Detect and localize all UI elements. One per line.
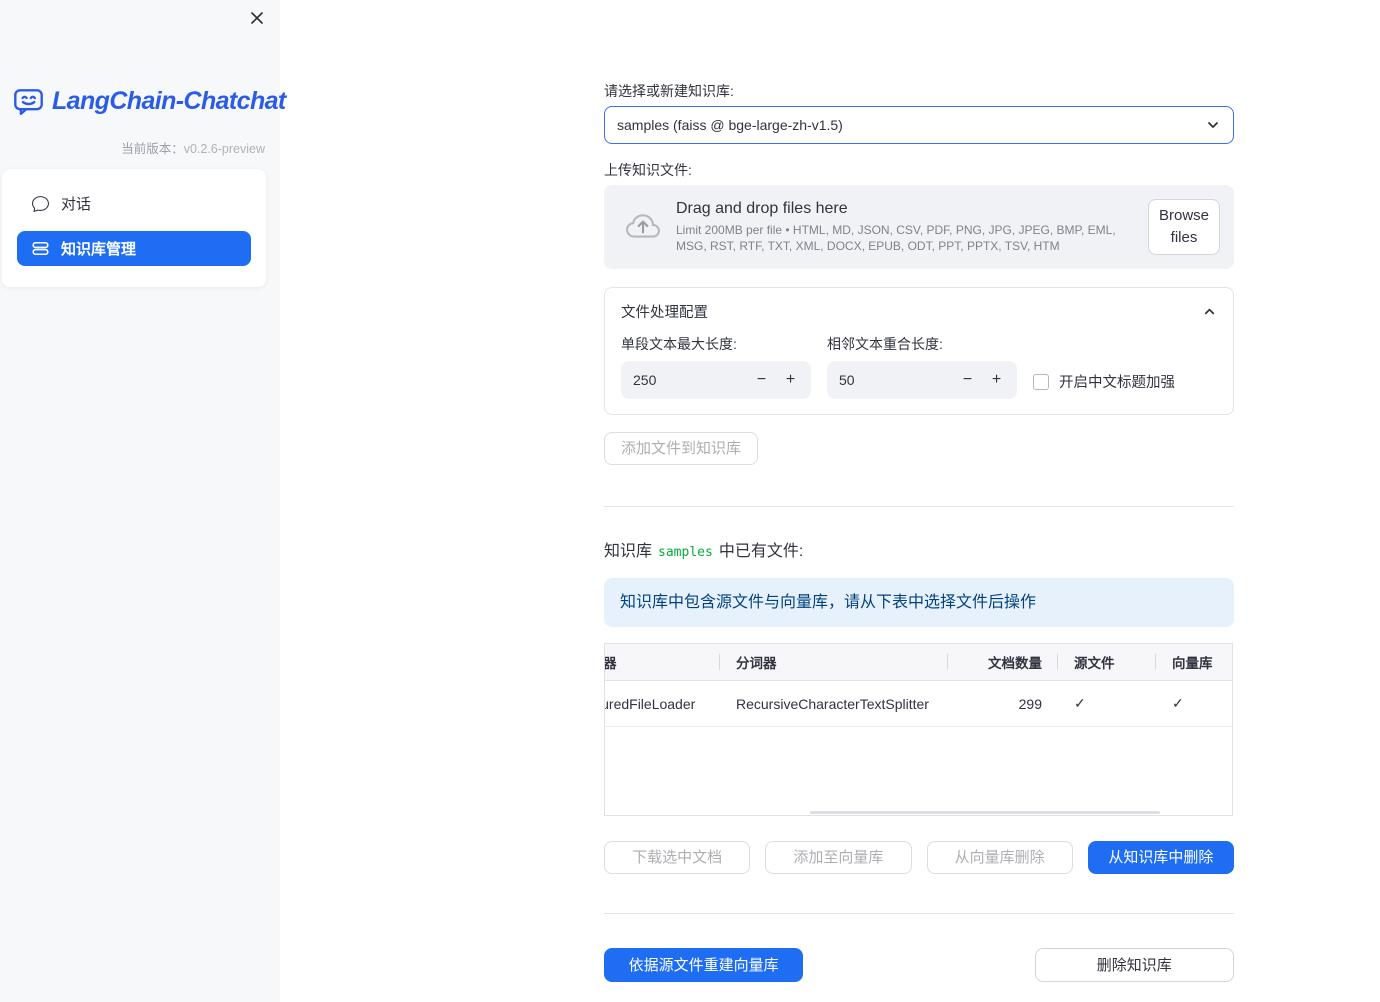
browse-files-button[interactable]: Browse files — [1148, 199, 1220, 255]
cell-vector-check: ✓ — [1172, 695, 1184, 711]
chunk-size-input[interactable]: 250 − + — [621, 361, 811, 399]
overlap-size-input[interactable]: 50 − + — [827, 361, 1017, 399]
sidebar-item-kb-management[interactable]: 知识库管理 — [17, 231, 251, 266]
kb-management-page: 请选择或新建知识库: samples (faiss @ bge-large-zh… — [604, 0, 1234, 982]
zh-title-checkbox[interactable] — [1033, 373, 1049, 390]
sidebar-item-label: 知识库管理 — [61, 241, 137, 258]
files-table[interactable]: 文档加载器 分词器 文档数量 源文件 向量库 UnstructuredFileL… — [604, 643, 1233, 816]
cell-source-check: ✓ — [1074, 695, 1086, 711]
chunk-size-label: 单段文本最大长度: — [621, 336, 737, 352]
overlap-size-label: 相邻文本重合长度: — [827, 336, 943, 352]
decrement-button[interactable]: − — [953, 365, 982, 395]
table-header-row: 文档加载器 分词器 文档数量 源文件 向量库 — [605, 644, 1232, 681]
version-value: v0.2.6-preview — [183, 142, 265, 156]
upload-label: 上传知识文件: — [604, 162, 692, 178]
divider — [604, 506, 1234, 507]
chat-bubble-icon — [32, 195, 49, 212]
zh-title-checkbox-label: 开启中文标题加强 — [1059, 375, 1175, 391]
kb-select-label: 请选择或新建知识库: — [604, 83, 734, 99]
col-header-source-file[interactable]: 源文件 — [1058, 644, 1156, 680]
close-icon — [249, 10, 265, 26]
config-expander: 文件处理配置 单段文本最大长度: 250 − + 相邻文本重合长度: 50 − … — [604, 287, 1234, 415]
overlap-size-value: 50 — [839, 372, 855, 388]
kb-stack-icon — [32, 240, 49, 257]
kb-name-code: samples — [658, 545, 713, 560]
table-row[interactable]: UnstructuredFileLoader RecursiveCharacte… — [605, 681, 1232, 727]
expander-body: 单段文本最大长度: 250 − + 相邻文本重合长度: 50 − + 开启中文标… — [621, 336, 1217, 399]
add-files-to-kb-button[interactable]: 添加文件到知识库 — [604, 432, 759, 465]
cell-splitter: RecursiveCharacterTextSplitter — [736, 695, 929, 712]
add-to-vector-store-button[interactable]: 添加至向量库 — [765, 841, 912, 874]
col-header-doc-count[interactable]: 文档数量 — [948, 644, 1058, 680]
logo-chat-smiley-icon — [12, 85, 45, 118]
decrement-button[interactable]: − — [747, 365, 776, 395]
sidebar: LangChain-Chatchat 当前版本：v0.2.6-preview 对… — [0, 0, 286, 1002]
chevron-down-icon — [1205, 117, 1221, 133]
kb-select-value: samples (faiss @ bge-large-zh-v1.5) — [617, 117, 843, 133]
spacer-column — [819, 948, 1018, 982]
kb-level-buttons: 依据源文件重建向量库 删除知识库 — [604, 948, 1234, 982]
nav-menu: 对话 知识库管理 — [2, 169, 266, 287]
download-selected-button[interactable]: 下载选中文档 — [604, 841, 751, 874]
chunk-size-value: 250 — [633, 372, 657, 388]
kb-files-suffix: 中已有文件: — [718, 543, 804, 560]
file-action-buttons: 下载选中文档 添加至向量库 从向量库删除 从知识库中删除 — [604, 841, 1234, 874]
file-uploader-dropzone[interactable]: Drag and drop files here Limit 200MB per… — [604, 185, 1234, 269]
uploader-limit: Limit 200MB per file • HTML, MD, JSON, C… — [676, 222, 1116, 253]
rebuild-vector-store-button[interactable]: 依据源文件重建向量库 — [604, 948, 804, 982]
version-label: 当前版本： — [121, 142, 184, 156]
sidebar-item-dialogue[interactable]: 对话 — [17, 186, 251, 221]
sidebar-item-label: 对话 — [61, 196, 92, 213]
col-header-vector-store[interactable]: 向量库 — [1156, 644, 1232, 680]
divider — [604, 913, 1234, 914]
kb-files-prefix: 知识库 — [604, 543, 653, 560]
expander-header[interactable]: 文件处理配置 — [621, 301, 1217, 322]
app-logo: LangChain-Chatchat — [12, 85, 286, 118]
delete-from-vector-store-button[interactable]: 从向量库删除 — [926, 841, 1073, 874]
app-title: LangChain-Chatchat — [52, 87, 286, 115]
upload-cloud-icon — [626, 210, 660, 244]
col-header-loader[interactable]: 文档加载器 — [605, 644, 720, 680]
delete-kb-button[interactable]: 删除知识库 — [1034, 948, 1234, 982]
horizontal-scrollbar-thumb[interactable] — [810, 811, 1160, 814]
increment-button[interactable]: + — [982, 365, 1011, 395]
delete-from-kb-button[interactable]: 从知识库中删除 — [1087, 841, 1234, 874]
uploader-text: Drag and drop files here Limit 200MB per… — [676, 200, 1132, 254]
chevron-up-icon — [1202, 304, 1217, 319]
version-text: 当前版本：v0.2.6-preview — [121, 138, 265, 157]
uploader-title: Drag and drop files here — [676, 199, 848, 217]
kb-select[interactable]: samples (faiss @ bge-large-zh-v1.5) — [604, 106, 1234, 144]
info-banner: 知识库中包含源文件与向量库，请从下表中选择文件后操作 — [604, 578, 1234, 627]
expander-title: 文件处理配置 — [621, 305, 708, 321]
cell-loader: UnstructuredFileLoader — [605, 695, 696, 712]
col-header-splitter[interactable]: 分词器 — [720, 644, 948, 680]
increment-button[interactable]: + — [776, 365, 805, 395]
files-grid: 文档加载器 分词器 文档数量 源文件 向量库 UnstructuredFileL… — [605, 644, 1232, 727]
close-sidebar-button[interactable] — [246, 7, 268, 29]
cell-doc-count: 299 — [1018, 695, 1042, 712]
zh-title-option: 开启中文标题加强 — [1033, 371, 1217, 392]
kb-files-text: 知识库 samples 中已有文件: — [604, 541, 1234, 563]
